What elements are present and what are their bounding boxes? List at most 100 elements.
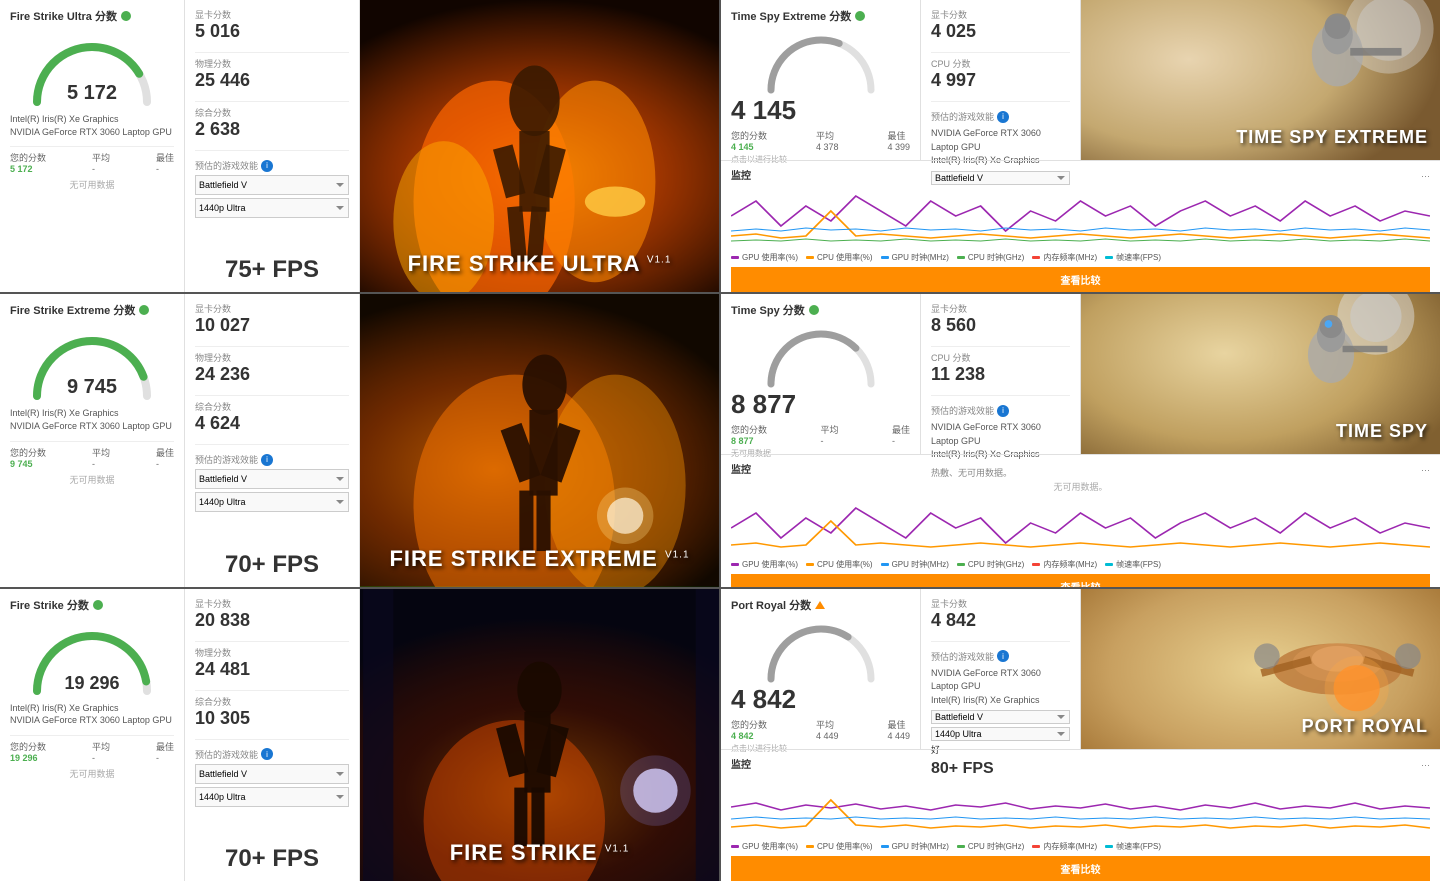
fse-gpu1: Intel(R) Iris(R) Xe Graphics	[10, 407, 174, 420]
tse-view-btn[interactable]: 查看比较	[731, 267, 1430, 292]
fsu-combined-label: 综合分数	[195, 106, 349, 119]
pr-gpu1: NVIDIA GeForce RTX 3060 Laptop GPU	[931, 667, 1070, 694]
ts-bottom: 监控 ⋯ 无可用数据。 GPU 使用率(%) CPU 使用率(%) GPU 时钟…	[721, 454, 1440, 586]
ts-card-score-label: 显卡分数	[931, 302, 1070, 315]
ts-avg-label: 平均	[820, 423, 838, 436]
fse-best-label: 最佳	[156, 446, 174, 459]
ts-legend: GPU 使用率(%) CPU 使用率(%) GPU 时钟(MHz) CPU 时钟…	[731, 559, 1430, 570]
pr-game-select[interactable]: Battlefield V	[931, 710, 1070, 724]
fs-no-data: 无可用数据	[10, 767, 174, 780]
fsu-combined-row: 综合分数 2 638	[195, 106, 349, 140]
ts-cpu-score: 11 238	[931, 364, 1070, 385]
ts-top: Time Spy 分数 8 877 您的分数 8 877	[721, 294, 1440, 454]
pr-title-text: Port Royal 分数	[731, 597, 811, 613]
fsu-game-select[interactable]: Battlefield V	[195, 175, 349, 195]
tse-gpu1: NVIDIA GeForce RTX 3060 Laptop GPU	[931, 127, 1070, 154]
ts-score-row: 您的分数 8 877 平均 - 最佳 -	[731, 423, 910, 446]
tse-cpu-score-row: CPU 分数 4 997	[931, 57, 1070, 91]
fs-predict-label: 预估的游戏效能 i	[195, 748, 349, 761]
tse-top: Time Spy Extreme 分数 4 145 您的分数 4 145	[721, 0, 1440, 160]
pr-resolution-select[interactable]: 1440p Ultra	[931, 727, 1070, 741]
time-spy-extreme-card: Time Spy Extreme 分数 4 145 您的分数 4 145	[721, 0, 1440, 292]
fsu-best: -	[156, 164, 174, 174]
pr-image-label: PORT ROYAL	[1302, 716, 1428, 737]
fsu-predict-label: 预估的游戏效能 i	[195, 159, 349, 172]
tse-info-icon[interactable]: i	[997, 111, 1009, 123]
fse-image-svg	[360, 294, 719, 586]
fs-details-panel: 显卡分数 20 838 物理分数 24 481 综合分数 10 305 预估的游…	[185, 589, 360, 881]
ts-gauge-svg	[761, 324, 881, 389]
fs-title-text: Fire Strike 分数	[10, 597, 89, 613]
ts-info-icon[interactable]: i	[997, 405, 1009, 417]
tse-predict-label: 预估的游戏效能 i	[931, 110, 1070, 123]
pr-card-score-row: 显卡分数 4 842	[931, 597, 1070, 631]
fsu-info-icon[interactable]: i	[261, 160, 273, 172]
pr-gpu-info: NVIDIA GeForce RTX 3060 Laptop GPU Intel…	[931, 667, 1070, 708]
pr-card-score: 4 842	[931, 610, 1070, 631]
pr-status-triangle	[815, 601, 825, 609]
fse-physics-row: 物理分数 24 236	[195, 351, 349, 385]
tse-chart	[731, 186, 1430, 249]
fse-physics-score: 24 236	[195, 364, 349, 385]
fs-physics-score: 24 481	[195, 659, 349, 680]
fsu-your-score: 5 172	[10, 164, 46, 174]
tse-card-score-label: 显卡分数	[931, 8, 1070, 21]
ts-status-dot	[809, 305, 819, 315]
fse-details-panel: 显卡分数 10 027 物理分数 24 236 综合分数 4 624 预估的游戏…	[185, 294, 360, 586]
fs-gpu2: NVIDIA GeForce RTX 3060 Laptop GPU	[10, 714, 174, 727]
pr-info-icon[interactable]: i	[997, 650, 1009, 662]
tse-bottom: 监控 ⋯ GPU 使用率(%) CPU 使用率(%) GPU 时钟(	[721, 160, 1440, 292]
pr-card-score-label: 显卡分数	[931, 597, 1070, 610]
fire-strike-ultra-card: Fire Strike Ultra 分数 5 172 Intel(R) Iris…	[0, 0, 719, 292]
fse-image-label: FIRE STRIKE EXTREME V1.1	[389, 546, 689, 572]
fsu-physics-row: 物理分数 25 446	[195, 57, 349, 91]
fse-game-select[interactable]: Battlefield V	[195, 469, 349, 489]
fs-image-panel: FIRE STRIKE V1.1	[360, 589, 719, 881]
tse-title: Time Spy Extreme 分数	[731, 8, 910, 24]
fs-image-svg	[360, 589, 719, 881]
ts-monitor-title: 监控	[731, 461, 751, 476]
tse-main-score: 4 145	[731, 95, 910, 126]
pr-details-panel: 显卡分数 4 842 预估的游戏效能 i NVIDIA GeForce RTX …	[921, 589, 1081, 749]
tse-best-label: 最佳	[887, 129, 910, 142]
tse-cpu-score-label: CPU 分数	[931, 57, 1070, 70]
fs-resolution-select[interactable]: 1440p Ultra	[195, 787, 349, 807]
ts-predict-label: 预估的游戏效能 i	[931, 404, 1070, 417]
ts-main-score: 8 877	[731, 389, 910, 420]
fsu-fps: 75+ FPS	[195, 248, 349, 284]
tse-title-text: Time Spy Extreme 分数	[731, 8, 851, 24]
fs-combined-score: 10 305	[195, 708, 349, 729]
tse-image-label: TIME SPY EXTREME	[1236, 127, 1428, 148]
tse-status-dot	[855, 11, 865, 21]
time-spy-card: Time Spy 分数 8 877 您的分数 8 877	[721, 294, 1440, 586]
pr-avg-label: 平均	[816, 718, 839, 731]
fs-image-label: FIRE STRIKE V1.1	[450, 840, 630, 866]
fsu-no-data: 无可用数据	[10, 178, 174, 191]
fse-physics-label: 物理分数	[195, 351, 349, 364]
fse-resolution-select[interactable]: 1440p Ultra	[195, 492, 349, 512]
tse-gauge	[761, 30, 881, 95]
fse-info-icon[interactable]: i	[261, 454, 273, 466]
fs-game-select[interactable]: Battlefield V	[195, 764, 349, 784]
fsu-gpu1: Intel(R) Iris(R) Xe Graphics	[10, 113, 174, 126]
fsu-score-row: 您的分数 5 172 平均 - 最佳 -	[10, 146, 174, 174]
tse-image-panel: TIME SPY EXTREME	[1081, 0, 1440, 160]
fsu-gpu-info: Intel(R) Iris(R) Xe Graphics NVIDIA GeFo…	[10, 113, 174, 138]
fsu-resolution-select[interactable]: 1440p Ultra	[195, 198, 349, 218]
ts-details-panel: 显卡分数 8 560 CPU 分数 11 238 预估的游戏效能 i NVIDI…	[921, 294, 1081, 454]
ts-view-btn[interactable]: 查看比较	[731, 574, 1430, 586]
pr-your-score: 4 842	[731, 731, 767, 741]
fs-status-dot	[93, 600, 103, 610]
pr-view-btn[interactable]: 查看比较	[731, 856, 1430, 881]
fsu-image-svg	[360, 0, 719, 292]
fse-your-score: 9 745	[10, 459, 46, 469]
ts-your-score: 8 877	[731, 436, 767, 446]
tse-your-score-label: 您的分数	[731, 129, 767, 142]
fsu-gpu2: NVIDIA GeForce RTX 3060 Laptop GPU	[10, 126, 174, 139]
fse-combined-label: 综合分数	[195, 400, 349, 413]
fse-gpu-info: Intel(R) Iris(R) Xe Graphics NVIDIA GeFo…	[10, 407, 174, 432]
ts-best: -	[892, 436, 910, 446]
fs-gpu1: Intel(R) Iris(R) Xe Graphics	[10, 702, 174, 715]
fsu-score-panel: Fire Strike Ultra 分数 5 172 Intel(R) Iris…	[0, 0, 185, 292]
fs-info-icon[interactable]: i	[261, 748, 273, 760]
